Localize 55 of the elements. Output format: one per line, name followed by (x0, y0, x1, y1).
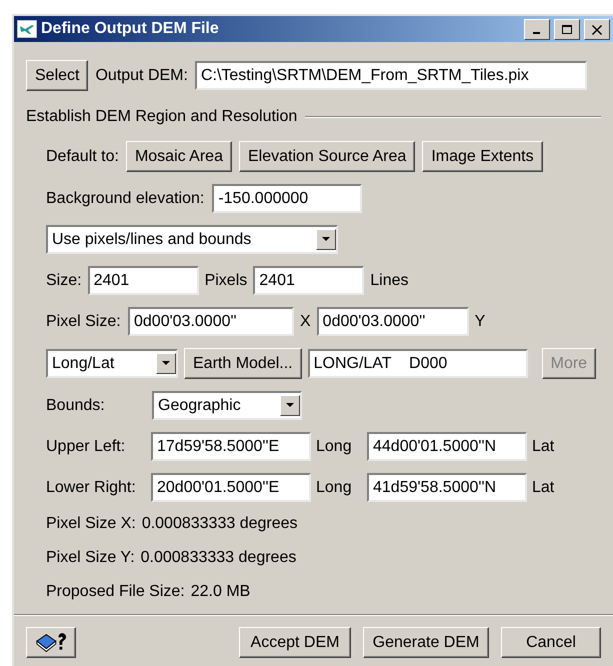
background-elevation-label: Background elevation: (46, 188, 204, 208)
default-button[interactable]: Mosaic Area (126, 141, 232, 172)
default-button[interactable]: Elevation Source Area (238, 141, 416, 172)
pixels-field[interactable]: 2401 (88, 266, 199, 295)
group-title: Establish DEM Region and Resolution (26, 107, 298, 127)
output-dem-label: Output DEM: (95, 66, 188, 86)
bounds-label: Bounds: (46, 396, 106, 416)
dropdown[interactable]: Long/Lat (46, 349, 178, 378)
generate-dem-button[interactable]: Generate DEM (363, 627, 489, 658)
latitude-field[interactable]: 41d59'58.5000''N (367, 473, 527, 502)
close-icon (591, 24, 603, 34)
airplane-icon (17, 20, 37, 38)
earth-model-button[interactable]: Earth Model... (184, 348, 302, 379)
pixels-label: Pixels (204, 270, 248, 290)
info-value: 0.000833333 degrees (140, 548, 296, 568)
info-label: Proposed File Size: (46, 582, 185, 602)
default-to-label: Default to: (46, 146, 119, 166)
close-button[interactable] (584, 18, 610, 40)
x-label: X (300, 312, 311, 332)
info-value: 0.000833333 degrees (142, 514, 298, 534)
info-label: Pixel Size X: (46, 514, 136, 534)
minimize-button[interactable] (524, 18, 550, 40)
longitude-field[interactable]: 17d59'58.5000''E (151, 432, 311, 461)
help-book-icon (35, 630, 67, 654)
longitude-field[interactable]: 20d00'01.5000''E (151, 473, 311, 502)
help-button[interactable] (26, 627, 76, 658)
lines-label: Lines (370, 270, 409, 290)
minimize-icon (532, 32, 540, 34)
lines-field[interactable]: 2401 (253, 266, 364, 295)
long-label: Long (316, 478, 353, 498)
corner-label: Lower Right: (46, 478, 137, 498)
output-dem-field[interactable]: C:\Testing\SRTM\DEM_From_SRTM_Tiles.pix (194, 61, 587, 90)
maximize-button[interactable] (554, 18, 580, 40)
accept-dem-button[interactable]: Accept DEM (239, 627, 351, 658)
long-label: Long (316, 436, 353, 456)
dropdown[interactable]: Use pixels/lines and bounds (46, 225, 338, 254)
pixel-size-y-field[interactable]: 0d00'03.0000'' (316, 307, 469, 336)
default-button[interactable]: Image Extents (422, 141, 543, 172)
info-value: 22.0 MB (190, 582, 250, 602)
corner-label: Upper Left: (46, 436, 126, 456)
earth-model-field[interactable]: LONG/LAT D000 (308, 349, 528, 378)
lat-label: Lat (532, 478, 554, 498)
dropdown[interactable]: Geographic (152, 391, 302, 420)
background-elevation-field[interactable]: -150.000000 (212, 184, 362, 213)
size-label: Size: (46, 270, 82, 290)
select-button[interactable]: Select (26, 60, 88, 91)
pixel-size-x-field[interactable]: 0d00'03.0000'' (128, 307, 294, 336)
window-title: Define Output DEM File (41, 19, 220, 39)
pixel-size-label: Pixel Size: (46, 312, 122, 332)
maximize-icon (561, 24, 573, 34)
y-label: Y (474, 312, 486, 332)
cancel-button[interactable]: Cancel (501, 627, 601, 658)
latitude-field[interactable]: 44d00'01.5000''N (367, 432, 527, 461)
info-label: Pixel Size Y: (46, 548, 135, 568)
lat-label: Lat (532, 436, 554, 456)
